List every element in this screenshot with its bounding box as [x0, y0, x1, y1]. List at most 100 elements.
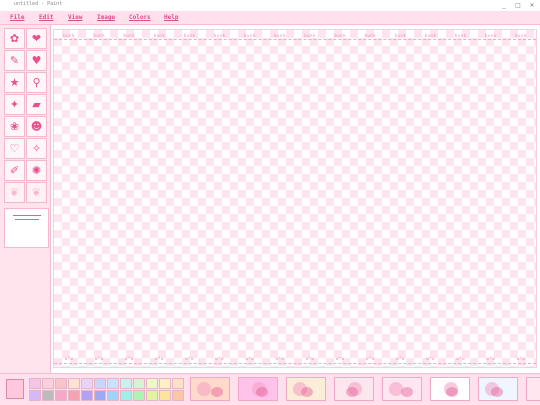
- color-swatches: [29, 378, 184, 401]
- lace-label: bunk: [454, 33, 467, 38]
- lace-label: w*w: [94, 356, 104, 361]
- color-swatch[interactable]: [94, 378, 106, 389]
- color-swatch[interactable]: [94, 390, 106, 401]
- sticker-art: [301, 387, 313, 397]
- minimize-button[interactable]: _: [500, 2, 508, 9]
- tool-options-box[interactable]: [4, 208, 49, 248]
- sticker-magical-girls[interactable]: [334, 377, 374, 401]
- color-swatch[interactable]: [172, 378, 184, 389]
- sticker-strip: [190, 377, 540, 401]
- color-swatch[interactable]: [42, 390, 54, 401]
- lace-label: w*w: [64, 356, 74, 361]
- color-swatch[interactable]: [55, 378, 67, 389]
- tool-rounded-rectangle[interactable]: ❦: [26, 182, 47, 203]
- menu-view[interactable]: View: [68, 14, 82, 21]
- sticker-pink-text-card[interactable]: [526, 377, 540, 401]
- tool-polygon[interactable]: ✺: [26, 160, 47, 181]
- lace-label: bunk: [243, 33, 256, 38]
- lace-label: w*w: [305, 356, 315, 361]
- color-swatch[interactable]: [133, 378, 145, 389]
- color-swatch[interactable]: [29, 378, 41, 389]
- tool-rect-select[interactable]: ❤: [26, 28, 47, 49]
- tool-ellipse[interactable]: ❦: [4, 182, 25, 203]
- tool-free-select[interactable]: ✿: [4, 28, 25, 49]
- menu-colors[interactable]: Colors: [129, 14, 151, 21]
- color-swatch[interactable]: [42, 378, 54, 389]
- line-width-option[interactable]: [13, 215, 41, 216]
- tool-grid: ✿ ❤ ✎ ♥ ★ ⚲ ✦ ▰ ❀ ☻ ♡ ✧ ✐ ✺ ❦ ❦: [4, 28, 47, 203]
- color-swatch[interactable]: [146, 390, 158, 401]
- lace-label: bunk: [183, 33, 196, 38]
- lace-label: bunk: [213, 33, 226, 38]
- color-swatch[interactable]: [120, 390, 132, 401]
- menu-edit[interactable]: Edit: [39, 14, 53, 21]
- sticker-cherub[interactable]: [190, 377, 230, 401]
- color-swatch[interactable]: [107, 378, 119, 389]
- current-color-box[interactable]: [6, 379, 24, 399]
- sticker-bunny-card[interactable]: [430, 377, 470, 401]
- color-palette-bar: [0, 373, 540, 405]
- tool-rectangle[interactable]: ✐: [4, 160, 25, 181]
- sticker-cinnamoroll[interactable]: [478, 377, 518, 401]
- lace-label: w*w: [365, 356, 375, 361]
- menu-image[interactable]: Image: [97, 14, 115, 21]
- sticker-art: [256, 387, 268, 397]
- lace-label: bunk: [153, 33, 166, 38]
- tool-eraser[interactable]: ✎: [4, 50, 25, 71]
- sticker-pink-pony[interactable]: [382, 377, 422, 401]
- color-swatch[interactable]: [107, 390, 119, 401]
- menu-bar: File Edit View Image Colors Help: [0, 11, 540, 25]
- color-swatch[interactable]: [81, 378, 93, 389]
- color-swatch[interactable]: [68, 378, 80, 389]
- tool-curve[interactable]: ✧: [26, 138, 47, 159]
- lace-stitch-top: [54, 39, 536, 40]
- tool-pick-color[interactable]: ★: [4, 72, 25, 93]
- color-swatch[interactable]: [146, 378, 158, 389]
- tool-text[interactable]: ☻: [26, 116, 47, 137]
- lace-label: bunk: [304, 33, 316, 38]
- color-swatch[interactable]: [81, 390, 93, 401]
- maximize-button[interactable]: □: [514, 2, 522, 9]
- drawing-canvas[interactable]: bunk bunk bunk bunk bunk bunk bunk bunk bunk bunk…: [53, 29, 537, 368]
- color-swatch[interactable]: [120, 378, 132, 389]
- tool-pencil[interactable]: ✦: [4, 94, 25, 115]
- fill-icon: ♥: [31, 54, 42, 67]
- color-swatch[interactable]: [133, 390, 145, 401]
- close-button[interactable]: ✕: [528, 2, 536, 9]
- lace-label: w*w: [245, 356, 255, 361]
- free-select-icon: ✿: [9, 32, 20, 45]
- lace-label: w*w: [426, 356, 435, 361]
- sticker-art: [346, 387, 358, 397]
- color-swatch[interactable]: [55, 390, 67, 401]
- sticker-art: [211, 387, 223, 397]
- magnifier-icon: ⚲: [32, 76, 41, 89]
- lace-label: w*w: [396, 356, 405, 361]
- line-width-option[interactable]: [15, 219, 39, 220]
- lace-label: w*w: [275, 356, 285, 361]
- polygon-icon: ✺: [31, 164, 42, 177]
- lace-label: bunk: [63, 33, 75, 38]
- color-swatch[interactable]: [159, 390, 171, 401]
- lace-label: bunk: [515, 33, 527, 38]
- sticker-anime-girl[interactable]: [286, 377, 326, 401]
- menu-file[interactable]: File: [10, 14, 24, 21]
- color-swatch[interactable]: [68, 390, 80, 401]
- lace-label: bunk: [424, 33, 437, 38]
- color-swatch[interactable]: [159, 378, 171, 389]
- lace-label: bunk: [334, 33, 346, 38]
- lace-label: w*w: [155, 356, 164, 361]
- tool-airbrush[interactable]: ❀: [4, 116, 25, 137]
- tool-fill[interactable]: ♥: [26, 50, 47, 71]
- color-swatch[interactable]: [172, 390, 184, 401]
- sticker-art: [401, 387, 413, 397]
- rectangle-icon: ✐: [9, 164, 20, 177]
- title-bar: untitled - Paint _ □ ✕: [0, 0, 540, 11]
- menu-help[interactable]: Help: [164, 14, 178, 21]
- color-swatch[interactable]: [29, 390, 41, 401]
- curve-icon: ✧: [31, 142, 42, 155]
- eraser-icon: ✎: [9, 54, 20, 67]
- tool-magnifier[interactable]: ⚲: [26, 72, 47, 93]
- sticker-pink-glitter[interactable]: [238, 377, 278, 401]
- tool-line[interactable]: ♡: [4, 138, 25, 159]
- tool-brush[interactable]: ▰: [26, 94, 47, 115]
